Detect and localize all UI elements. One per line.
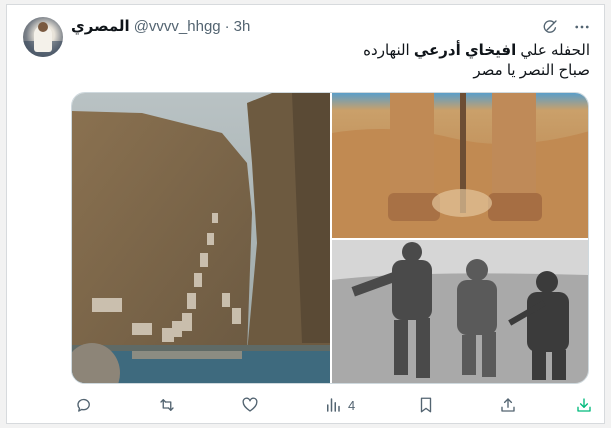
bookmark-icon — [420, 397, 432, 413]
tweet-actions: 4 — [71, 393, 596, 417]
bookmark-button[interactable] — [417, 393, 441, 417]
share-icon — [501, 398, 515, 412]
like-button[interactable] — [241, 393, 265, 417]
display-name[interactable]: المصري — [71, 17, 130, 35]
reply-icon — [77, 398, 90, 412]
timestamp[interactable]: 3h — [234, 18, 251, 35]
share-button[interactable] — [499, 393, 523, 417]
media-grid — [71, 92, 589, 384]
separator-dot: · — [224, 17, 230, 35]
tweet-text-line-1: الحفله علي افيخاي أدرعي النهارده — [363, 42, 590, 59]
tweet-top-icons — [540, 17, 592, 37]
tweet-card[interactable]: المصري @vvvv_hhgg · 3h الحفله علي افيخاي… — [6, 4, 605, 424]
media-image-boots-sand[interactable] — [332, 93, 588, 238]
tweet-text: الحفله علي افيخاي أدرعي النهارده صباح ال… — [70, 41, 590, 81]
reply-button[interactable] — [75, 393, 99, 417]
media-image-soldiers[interactable] — [332, 240, 588, 383]
views-button[interactable]: 4 — [324, 393, 355, 417]
grok-icon[interactable] — [540, 17, 560, 37]
avatar[interactable] — [23, 17, 63, 57]
views-icon — [327, 398, 340, 412]
download-icon — [577, 398, 591, 412]
download-button[interactable] — [575, 393, 599, 417]
retweet-button[interactable] — [158, 393, 182, 417]
tweet-text-bold: افيخاي أدرعي — [413, 42, 517, 59]
tweet-text-line-2: صباح النصر يا مصر — [473, 62, 590, 79]
views-count: 4 — [348, 397, 356, 413]
media-image-canal-crossing[interactable] — [72, 93, 330, 383]
user-handle[interactable]: @vvvv_hhgg — [134, 18, 221, 35]
tweet-header: المصري @vvvv_hhgg · 3h — [71, 15, 250, 37]
retweet-icon — [160, 399, 174, 411]
more-icon[interactable] — [572, 17, 592, 37]
heart-icon — [242, 397, 258, 412]
